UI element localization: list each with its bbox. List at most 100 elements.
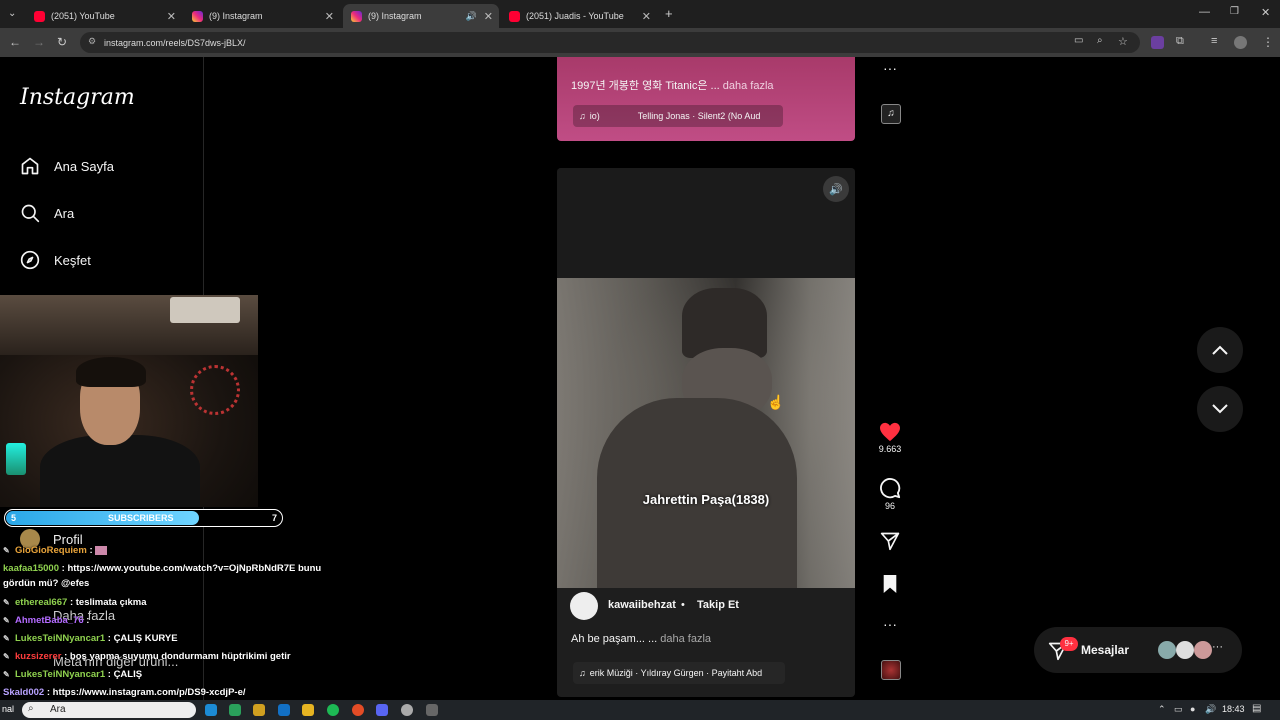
address-bar[interactable]: ⚙ instagram.com/reels/DS7dws-jBLX/ [80, 32, 1140, 53]
reel-music-pill[interactable]: ♫ erik Müziği · Yıldıray Gürgen · Payita… [573, 662, 785, 684]
youtube-icon [34, 10, 45, 22]
reload-icon[interactable]: ↻ [57, 35, 67, 49]
sidebar-item-explore[interactable]: Keşfet [20, 250, 91, 270]
instagram-logo[interactable]: Instagram [20, 85, 135, 110]
tab-label: (2051) Juadis - YouTube [526, 11, 624, 21]
save-button[interactable] [872, 574, 908, 596]
site-info-icon[interactable]: ⚙ [88, 36, 96, 47]
media-icon[interactable]: ≡ [1211, 35, 1217, 47]
reel-username[interactable]: kawaiibehzat [608, 599, 676, 611]
microphone-icon[interactable]: ● [1190, 704, 1195, 714]
bookmark-star-icon[interactable]: ☆ [1118, 35, 1128, 48]
share-icon [880, 532, 900, 551]
taskbar-clock[interactable]: 18:43 [1222, 704, 1245, 714]
webcam-air-conditioner [170, 297, 240, 323]
close-icon[interactable]: ✕ [484, 10, 493, 23]
tab-youtube-juadis[interactable]: (2051) Juadis - YouTube ✕ [501, 4, 657, 28]
chat-text: : boş yapma suyumu dondurmamı hüptrikimi… [64, 651, 291, 662]
volume-icon[interactable]: 🔊 [1205, 704, 1216, 715]
messages-bar[interactable]: 9+ Mesajlar ··· [1034, 627, 1242, 673]
comment-button[interactable]: 96 [872, 477, 908, 511]
heart-icon [880, 422, 900, 442]
like-button[interactable]: 9.663 [872, 422, 908, 454]
avatar[interactable] [570, 592, 598, 620]
taskbar-app-icon[interactable] [426, 704, 438, 716]
taskbar-app-icon[interactable] [253, 704, 265, 716]
close-icon[interactable]: ✕ [167, 10, 176, 23]
profile-avatar[interactable] [1234, 36, 1247, 49]
previous-reel-button[interactable] [1197, 327, 1243, 373]
chat-message: gördün mü? @efes [3, 578, 89, 589]
reel-more-link[interactable]: daha fazla [723, 80, 774, 92]
search-icon [21, 204, 40, 223]
follow-button[interactable]: Takip Et [697, 599, 739, 611]
instagram-icon [192, 10, 203, 22]
video-overlay-text: Jahrettin Paşa(1838) [642, 492, 770, 507]
chat-text: : ÇALIŞ KURYE [107, 633, 178, 644]
tab-youtube[interactable]: (2051) YouTube ✕ [26, 4, 182, 28]
taskbar-search-label: Ara [50, 704, 66, 715]
tray-chevron-icon[interactable]: ⌃ [1158, 704, 1166, 715]
reel-more-link[interactable]: daha fazla [660, 633, 711, 645]
chat-text: : https://www.instagram.com/p/DS9-xcdjP-… [46, 687, 246, 698]
sidebar-item-search[interactable]: Ara [20, 203, 74, 223]
reel-video[interactable]: Jahrettin Paşa(1838) ☝ [557, 278, 855, 588]
reel-previous[interactable]: 1997년 개봉한 영화 Titanic은 ... daha fazla ♫ i… [557, 57, 855, 141]
chat-message: ✎ AhmetBaba_76 : [3, 615, 89, 626]
chat-badge-icon: ✎ [3, 615, 10, 625]
chat-user: kuzsizerer [15, 651, 62, 662]
close-icon[interactable]: ✕ [325, 10, 334, 23]
discord-icon[interactable] [376, 704, 388, 716]
menu-icon[interactable]: ⋮ [1262, 35, 1274, 49]
minimize-icon[interactable]: — [1199, 6, 1210, 18]
bookmark-icon [883, 575, 897, 593]
tab-instagram-active[interactable]: (9) Instagram 🔊 ✕ [343, 4, 499, 28]
taskbar-app-icon[interactable] [229, 704, 241, 716]
mouse-cursor-icon: ☝ [767, 394, 785, 410]
reel-caption: 1997년 개봉한 영화 Titanic은 ... daha fazla [571, 77, 774, 93]
spotify-icon[interactable] [327, 704, 339, 716]
taskbar-search[interactable]: ⌕ Ara [22, 702, 196, 718]
extensions-puzzle-icon[interactable]: ⧉ [1176, 35, 1184, 48]
taskbar-app-icon[interactable] [205, 704, 217, 716]
audio-thumbnail[interactable] [881, 660, 901, 680]
more-options-icon[interactable]: ··· [872, 60, 908, 76]
network-icon[interactable]: ▭ [1174, 704, 1183, 715]
more-options-icon[interactable]: ··· [872, 616, 908, 632]
restore-icon[interactable]: ❐ [1230, 6, 1239, 17]
share-button[interactable] [872, 531, 908, 553]
back-icon[interactable]: ← [9, 35, 21, 49]
close-window-icon[interactable]: ✕ [1261, 6, 1270, 19]
chrome-icon[interactable] [352, 704, 364, 716]
sidebar-item-home[interactable]: Ana Sayfa [20, 156, 114, 176]
webcam-person-body [40, 435, 200, 507]
tab-search-icon[interactable]: ⌄ [8, 8, 16, 19]
notifications-icon[interactable]: ▤ [1252, 703, 1261, 714]
zoom-icon[interactable]: ⌕ [1097, 35, 1103, 46]
avatar [1176, 641, 1194, 659]
tab-label: (9) Instagram [368, 11, 422, 21]
extension-icon[interactable] [1151, 36, 1164, 49]
tab-label: (2051) YouTube [51, 11, 115, 21]
forward-icon[interactable]: → [33, 35, 45, 49]
home-icon [21, 157, 39, 175]
chat-badge-icon: ✎ [3, 651, 10, 661]
chat-user: kaafaa15000 [3, 563, 59, 574]
speaker-icon[interactable]: 🔊 [823, 176, 849, 202]
start-label[interactable]: nal [2, 704, 14, 714]
reel-music-pill[interactable]: ♫ io) Telling Jonas · Silent2 (No Aud [573, 105, 783, 127]
chat-user: LukesTeiNNyancar1 [15, 669, 106, 680]
taskbar-app-icon[interactable] [401, 704, 413, 716]
taskbar-app-icon[interactable] [302, 704, 314, 716]
cast-icon[interactable]: ▭ [1074, 35, 1083, 46]
close-icon[interactable]: ✕ [642, 10, 651, 23]
taskbar-app-icon[interactable] [278, 704, 290, 716]
next-reel-button[interactable] [1197, 386, 1243, 432]
new-tab-icon[interactable]: + [665, 6, 673, 21]
music-note-icon: ♫ [579, 111, 586, 121]
speaker-icon[interactable]: 🔊 [466, 11, 477, 22]
reel-main[interactable]: 🔊 Jahrettin Paşa(1838) ☝ kawaiibehzat • … [557, 168, 855, 697]
tab-instagram-1[interactable]: (9) Instagram ✕ [184, 4, 340, 28]
audio-thumbnail[interactable]: ♫ [881, 104, 901, 124]
subscriber-goal-label: SUBSCRIBERS [108, 513, 174, 523]
